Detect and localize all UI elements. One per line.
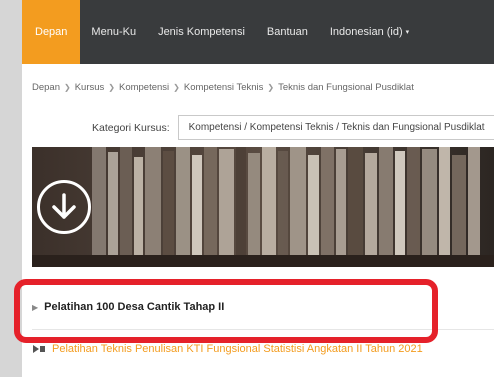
- breadcrumb: Depan ❯ Kursus ❯ Kompetensi ❯ Kompetensi Tekni…: [32, 82, 414, 93]
- course-link[interactable]: Pelatihan Teknis Penulisan KTI Fungsiona…: [52, 343, 423, 355]
- chevron-right-icon: ❯: [173, 83, 180, 92]
- course-icon: [33, 345, 45, 353]
- breadcrumb-item[interactable]: Kursus: [75, 82, 105, 93]
- chevron-right-icon: ❯: [108, 83, 115, 92]
- breadcrumb-item[interactable]: Depan: [32, 82, 60, 93]
- chevron-down-icon: ▾: [405, 29, 410, 36]
- nav-bantuan-label: Bantuan: [266, 26, 308, 38]
- bookshelf-banner: [32, 147, 494, 267]
- top-navbar: Depan Menu-Ku Jenis Kompetensi Bantuan I…: [22, 0, 494, 64]
- nav-language-dropdown[interactable]: Indonesian (id) ▾: [319, 0, 420, 64]
- nav-language-label: Indonesian (id): [329, 26, 403, 38]
- nav-bantuan[interactable]: Bantuan: [256, 0, 319, 64]
- nav-depan[interactable]: Depan: [22, 0, 81, 64]
- nav-menu-ku-label: Menu-Ku: [91, 26, 137, 38]
- breadcrumb-item[interactable]: Teknis dan Fungsional Pusdiklat: [278, 82, 414, 93]
- category-select[interactable]: Kompetensi / Kompetensi Teknis / Teknis …: [177, 115, 494, 140]
- chevron-right-icon: ❯: [64, 83, 71, 92]
- bookshelf-image: [32, 147, 494, 267]
- highlight-annotation: [14, 279, 438, 343]
- course-item[interactable]: Pelatihan Teknis Penulisan KTI Fungsiona…: [32, 343, 423, 355]
- nav-jenis-kompetensi-label: Jenis Kompetensi: [158, 26, 245, 38]
- category-selected-value: Kompetensi / Kompetensi Teknis / Teknis …: [188, 122, 485, 133]
- arrow-down-icon: [52, 193, 76, 219]
- nav-jenis-kompetensi[interactable]: Jenis Kompetensi: [147, 0, 256, 64]
- category-label: Kategori Kursus:: [92, 121, 170, 134]
- chevron-right-icon: ❯: [267, 83, 275, 92]
- nav-menu-ku[interactable]: Menu-Ku: [80, 0, 147, 64]
- category-row: Kategori Kursus: Kompetensi / Kompetensi…: [92, 115, 494, 140]
- nav-depan-label: Depan: [35, 26, 68, 38]
- scroll-down-button[interactable]: [37, 180, 91, 234]
- breadcrumb-item[interactable]: Kompetensi Teknis: [184, 82, 264, 93]
- breadcrumb-item[interactable]: Kompetensi: [119, 82, 169, 93]
